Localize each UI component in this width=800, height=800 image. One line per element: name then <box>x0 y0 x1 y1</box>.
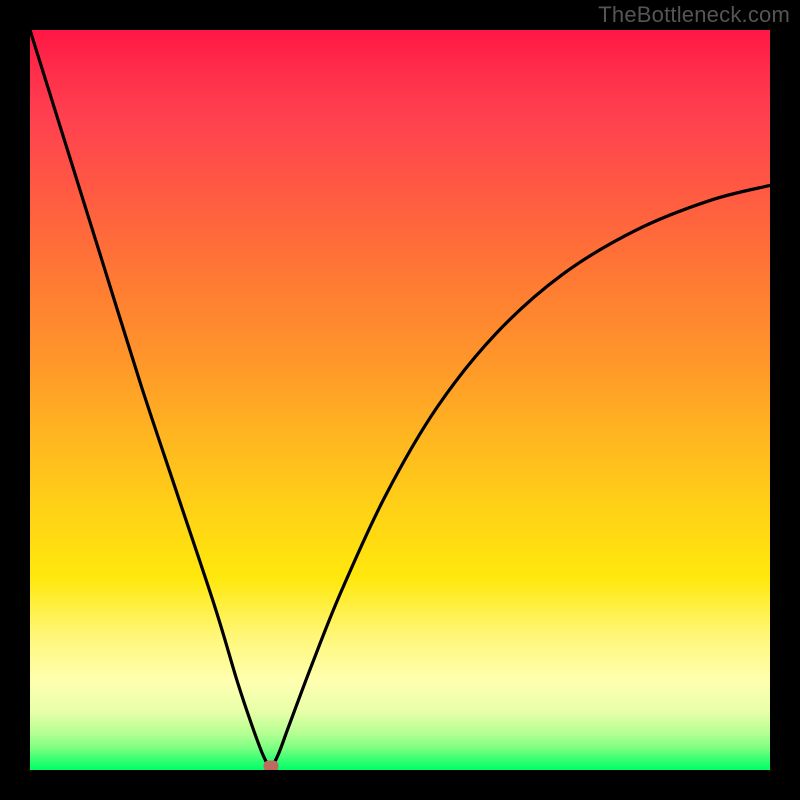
bottleneck-marker <box>263 761 278 770</box>
bottleneck-curve <box>30 30 770 766</box>
chart-container: TheBottleneck.com <box>0 0 800 800</box>
watermark-text: TheBottleneck.com <box>598 2 790 28</box>
curve-svg <box>30 30 770 770</box>
plot-area <box>30 30 770 770</box>
